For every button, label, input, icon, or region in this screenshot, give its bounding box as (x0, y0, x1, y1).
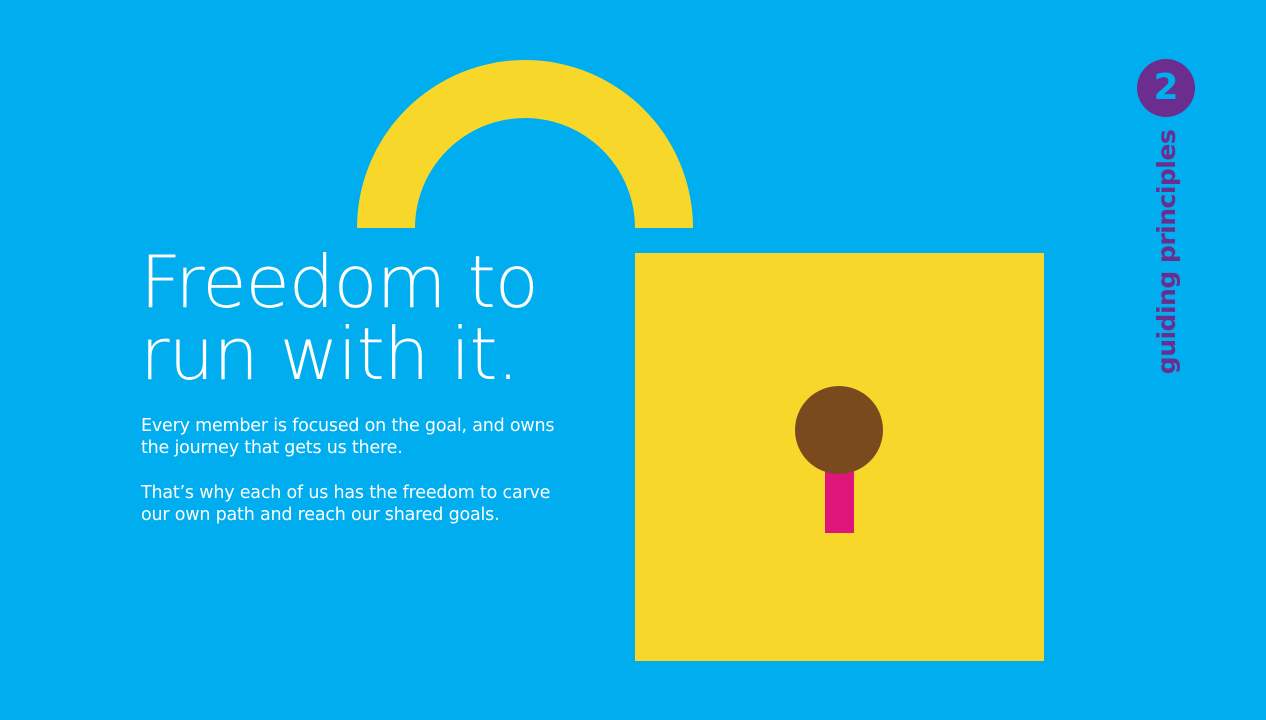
keyhole-circle (795, 386, 883, 474)
keyhole-slot (825, 465, 854, 533)
headline-line-1: Freedom to (140, 240, 539, 324)
body-paragraph-1: Every member is focused on the goal, and… (141, 416, 555, 458)
slide: Freedom to run with it. Every member is … (0, 0, 1266, 720)
section-number-badge: 2 (1137, 59, 1195, 117)
headline: Freedom to run with it. (140, 240, 539, 396)
headline-line-2: run with it. (140, 312, 520, 396)
section-label: guiding principles (1152, 129, 1181, 375)
padlock-shackle (357, 60, 693, 228)
body-paragraph-2: That’s why each of us has the freedom to… (141, 483, 551, 525)
